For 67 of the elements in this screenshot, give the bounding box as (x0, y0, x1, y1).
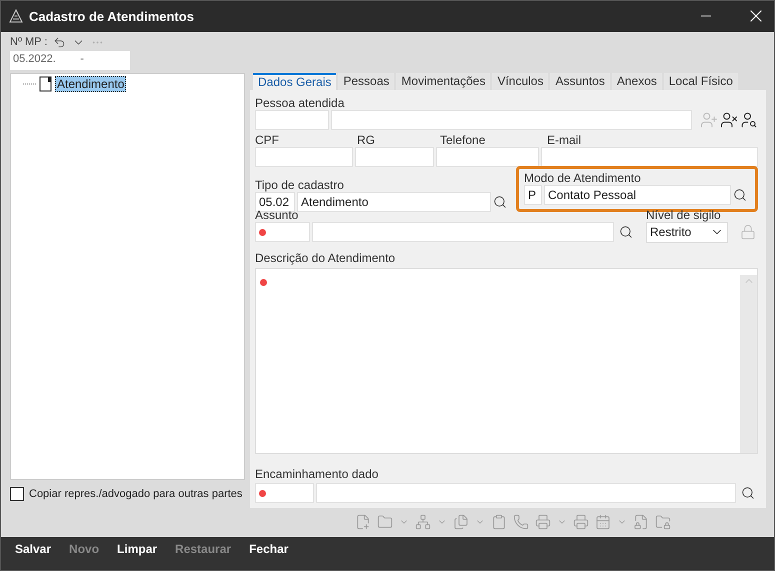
app-logo-icon (9, 9, 23, 24)
code-field[interactable] (255, 483, 314, 504)
phone-field[interactable] (436, 147, 539, 168)
field-label: E-mail (547, 132, 582, 147)
required-marker (259, 490, 266, 498)
remove-person-icon[interactable] (720, 111, 738, 130)
field-label: CPF (255, 132, 280, 147)
text-field[interactable]: Atendimento (297, 192, 491, 212)
action-button[interactable]: Salvar (7, 542, 60, 556)
required-marker (259, 229, 266, 236)
tab[interactable]: Dados Gerais (253, 72, 336, 90)
window-title: Cadastro de Atendimentos (29, 8, 195, 24)
field-label: Pessoa atendida (255, 96, 346, 110)
tree-connector-icon (23, 82, 37, 86)
checkbox[interactable] (10, 486, 24, 501)
folder-lock-icon[interactable] (655, 514, 671, 530)
checkbox-label: Copiar repres./advogado para outras partes (29, 488, 242, 500)
email-field[interactable] (541, 147, 758, 168)
rg-field[interactable] (355, 147, 434, 168)
printer-icon[interactable] (573, 514, 589, 530)
field-label: RG (357, 132, 376, 147)
tab[interactable]: Pessoas (338, 72, 394, 90)
field-label: Descrição do Atendimento (255, 250, 396, 265)
field-label: Telefone (440, 132, 486, 147)
required-marker (260, 278, 267, 286)
printer-icon[interactable] (535, 514, 551, 530)
action-button[interactable]: Limpar (109, 542, 166, 556)
search-icon[interactable] (741, 486, 755, 500)
search-icon[interactable] (619, 225, 633, 240)
clipboard-icon[interactable] (491, 514, 507, 530)
tree-item[interactable]: Atendimento (55, 76, 126, 92)
text-field[interactable] (316, 483, 736, 504)
tab[interactable]: Vínculos (492, 72, 548, 90)
search-icon[interactable] (733, 188, 747, 202)
tab[interactable]: Assuntos (550, 72, 610, 90)
sigilo-select[interactable]: Restrito (646, 222, 728, 243)
field-label: Modo de Atendimento (524, 170, 642, 185)
code-field[interactable] (255, 222, 310, 242)
text-field[interactable] (312, 222, 614, 242)
tab[interactable]: Local Físico (664, 72, 738, 90)
text-field[interactable]: Contato Pessoal (544, 185, 731, 206)
field-label: Nível de sigilo (646, 208, 722, 222)
field-label: Tipo de cadastro (255, 178, 345, 192)
tab[interactable]: Anexos (612, 72, 662, 90)
copy-icon[interactable] (453, 514, 469, 530)
cpf-field[interactable] (255, 147, 353, 168)
search-person-icon[interactable] (740, 111, 758, 130)
lock-icon[interactable] (740, 224, 756, 240)
scrollbar[interactable] (740, 274, 757, 453)
file-lock-icon[interactable] (633, 514, 649, 530)
description-field[interactable] (255, 268, 758, 454)
new-file-icon[interactable] (355, 514, 371, 530)
folder-icon[interactable] (377, 514, 393, 530)
mp-label: Nº MP : (10, 36, 48, 48)
undo-icon[interactable] (53, 36, 66, 49)
calendar-icon[interactable] (595, 514, 611, 530)
search-icon[interactable] (493, 195, 507, 210)
person-code-field[interactable] (255, 110, 329, 130)
action-button[interactable]: Fechar (241, 542, 296, 556)
field-label: Encaminhamento dado (255, 466, 380, 481)
mp-field[interactable]: 05.2022. - (10, 50, 130, 70)
phone-icon[interactable] (513, 514, 529, 530)
code-field[interactable]: P (524, 185, 542, 206)
person-name-field[interactable] (331, 110, 692, 130)
document-icon (39, 76, 53, 92)
tab[interactable]: Movimentações (396, 72, 490, 90)
hierarchy-icon[interactable] (415, 514, 431, 530)
